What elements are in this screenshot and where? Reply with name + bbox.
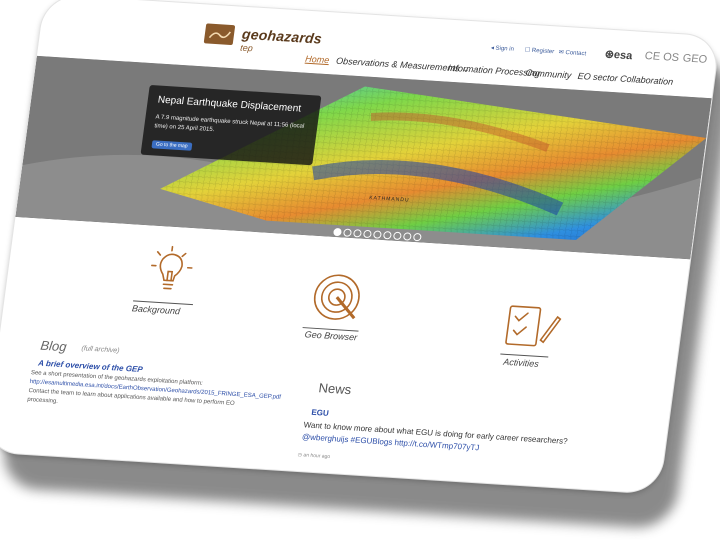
slide-dot[interactable] <box>362 229 372 239</box>
news-item-text: Want to know more about what EGU is doin… <box>301 419 594 461</box>
hero-banner[interactable]: KATHMANDU Nepal Earthquake Displacement … <box>15 55 712 260</box>
target-icon <box>313 274 360 320</box>
screenshot-stage: geohazards tep ◂ Sign in ☐ Register ✉ Co… <box>0 0 720 540</box>
slide-dot[interactable] <box>352 229 362 238</box>
signin-link[interactable]: ◂ Sign in <box>490 44 514 52</box>
logo-sub: tep <box>239 42 254 54</box>
slide-dot[interactable] <box>342 228 352 237</box>
go-to-map-button[interactable]: Go to the map <box>151 140 193 151</box>
nav-eo-collaboration[interactable]: EO sector Collaboration <box>577 71 674 87</box>
feature-activities-label[interactable]: Activities <box>503 357 540 369</box>
slide-dot[interactable] <box>392 231 402 241</box>
checklist-icon <box>505 305 562 347</box>
lightbulb-icon <box>151 245 193 290</box>
logo-wave-icon <box>208 31 231 39</box>
slide-dot[interactable] <box>332 227 343 237</box>
news-mention-link[interactable]: @wberghuijs <box>302 432 349 444</box>
esa-logo: ⊛esa <box>603 48 634 63</box>
logo-mark[interactable] <box>203 23 236 46</box>
news-timestamp: ◷ an hour ago <box>297 452 331 461</box>
contact-link[interactable]: ✉ Contact <box>558 49 586 58</box>
slide-card: geohazards tep ◂ Sign in ☐ Register ✉ Co… <box>0 0 720 494</box>
news-url-link[interactable]: http://t.co/WTmp707yTJ <box>394 438 480 452</box>
feature-geo-browser-label[interactable]: Geo Browser <box>304 329 358 342</box>
slide-dot[interactable] <box>402 232 412 241</box>
slide-dot[interactable] <box>412 232 422 242</box>
news-heading: News <box>317 380 353 398</box>
nav-home[interactable]: Home <box>305 54 330 65</box>
geo-logo: GEO <box>681 52 708 66</box>
blog-post-text: See a short presentation of the geohazar… <box>27 369 281 419</box>
news-hashtag-link[interactable]: #EGUBlogs <box>350 435 393 447</box>
slide-dot[interactable] <box>372 230 382 239</box>
banner-text: A 7.9 magnitude earthquake struck Nepal … <box>153 114 305 134</box>
feature-background-label[interactable]: Background <box>131 303 180 316</box>
nav-community[interactable]: Community <box>525 68 572 81</box>
slide-dot[interactable] <box>382 230 392 240</box>
banner-caption: Nepal Earthquake Displacement A 7.9 magn… <box>140 84 322 166</box>
blog-heading: Blog <box>39 337 68 355</box>
banner-title: Nepal Earthquake Displacement <box>157 94 302 115</box>
register-link[interactable]: ☐ Register <box>524 46 554 55</box>
ceos-logo: CE OS <box>643 50 680 65</box>
news-source[interactable]: EGU <box>311 408 330 418</box>
blog-archive-link[interactable]: (full archive) <box>81 345 120 354</box>
